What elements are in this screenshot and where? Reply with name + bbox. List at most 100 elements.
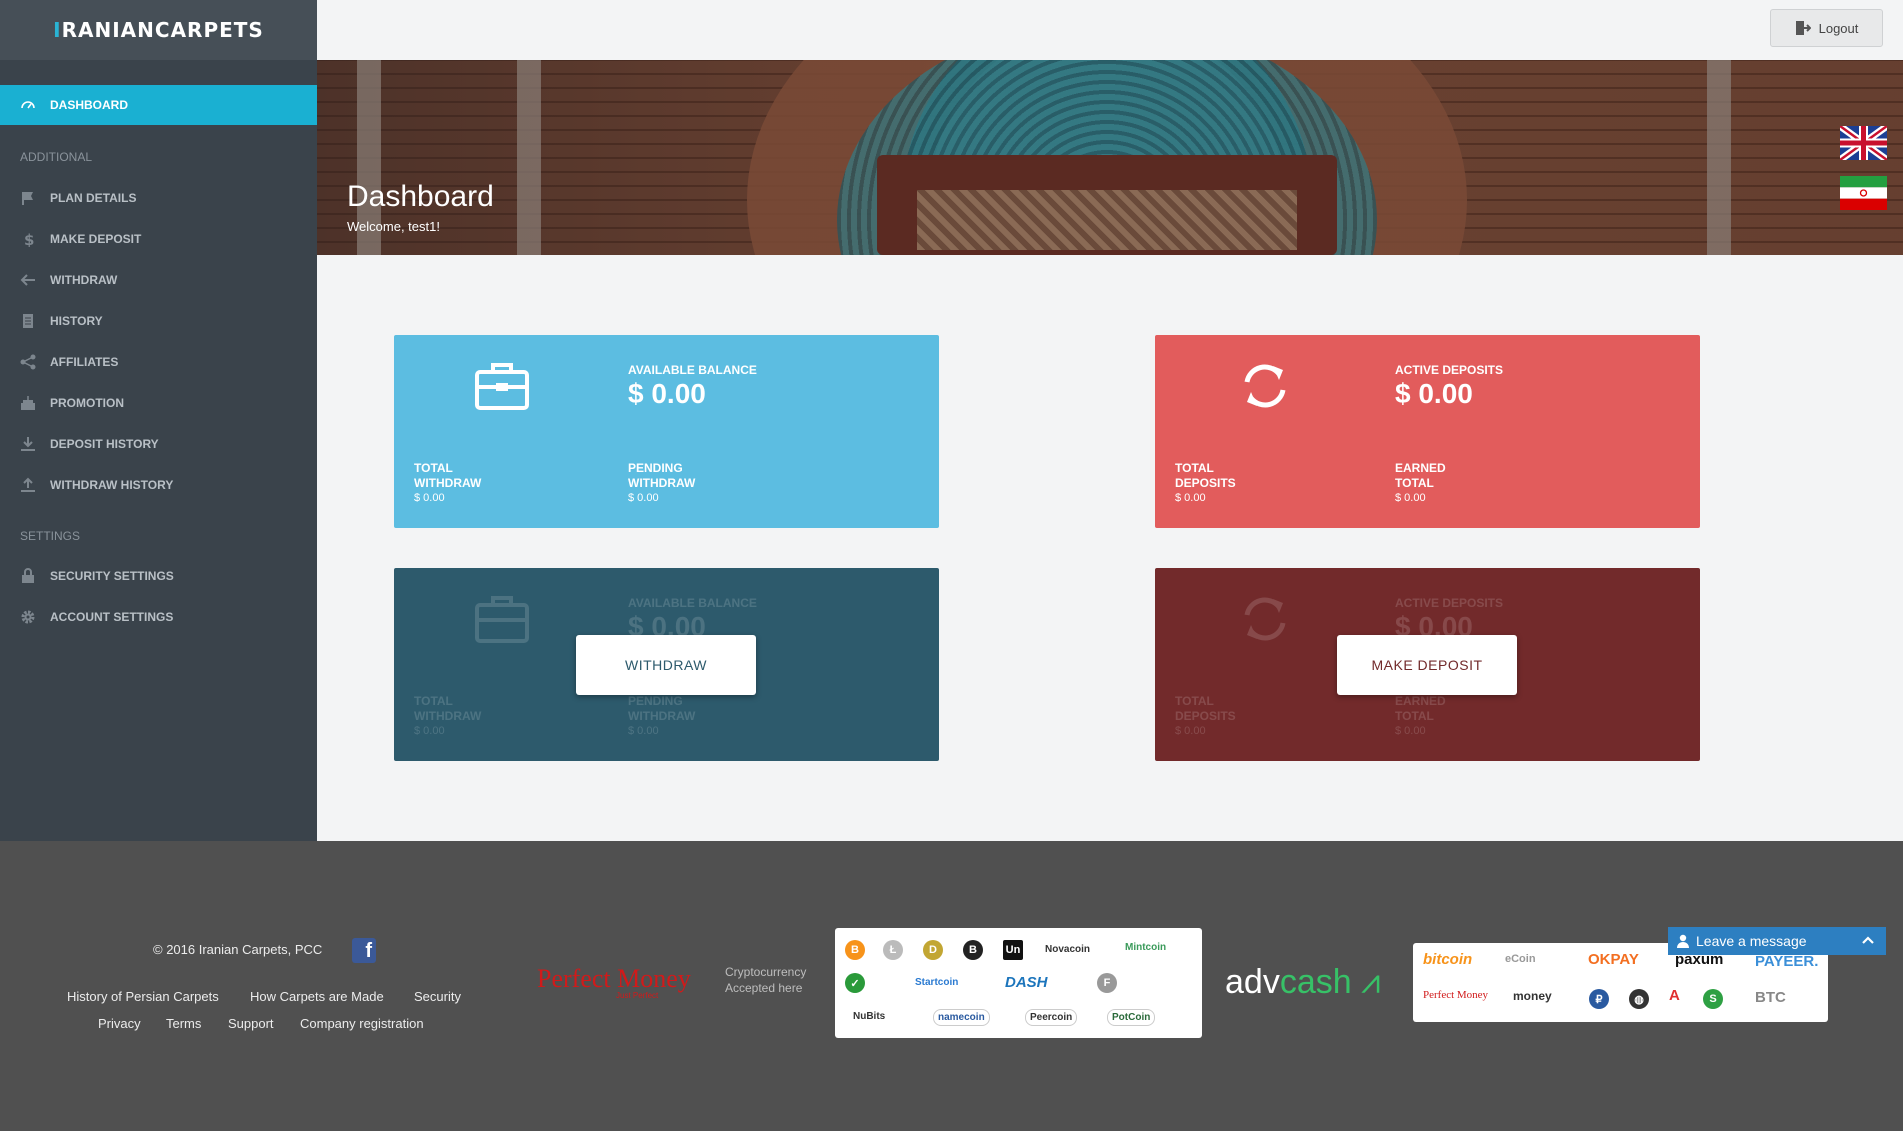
svg-text:$: $ (24, 231, 34, 247)
stat-value: $ 0.00 (628, 492, 659, 504)
logout-label: Logout (1818, 20, 1859, 36)
perfect-money-small-logo: Perfect Money (1423, 989, 1489, 1001)
peercoin-logo: Peercoin (1025, 1009, 1078, 1026)
sidebar-item-label: MAKE DEPOSIT (50, 232, 142, 246)
stat-value: $ 0.00 (1175, 492, 1206, 504)
advcash-logo-part-b: cash (1279, 963, 1352, 1001)
stat-value: $ 0.00 (1395, 725, 1426, 737)
potcoin-logo: PotCoin (1107, 1009, 1156, 1026)
chevron-up-icon[interactable] (1860, 932, 1876, 948)
stat-label: WITHDRAW (414, 476, 482, 490)
site-logo[interactable]: I RANIANCARPETS (0, 0, 317, 60)
withdraw-button[interactable]: WITHDRAW (576, 635, 756, 695)
earned-total-stat: EARNED TOTAL $ 0.00 (1395, 461, 1505, 506)
sidebar-item-promotion[interactable]: PROMOTION (0, 383, 317, 423)
sidebar-item-history[interactable]: HISTORY (0, 301, 317, 341)
facebook-icon[interactable]: f (352, 938, 376, 963)
sidebar-item-security-settings[interactable]: SECURITY SETTINGS (0, 556, 317, 596)
available-balance-label: AVAILABLE BALANCE (628, 363, 757, 377)
stat-label: PENDING (628, 694, 683, 708)
logout-icon (1795, 21, 1811, 35)
total-deposits-stat: TOTAL DEPOSITS $ 0.00 (1175, 461, 1285, 506)
logo-accent: I (53, 18, 62, 42)
yandex-money-logo: money (1513, 989, 1552, 1003)
dollar-icon: $ (18, 231, 38, 247)
stat-label: EARNED (1395, 461, 1446, 475)
footer-link-security[interactable]: Security (414, 989, 461, 1004)
make-deposit-card: ACTIVE DEPOSITS $ 0.00 TOTAL DEPOSITS $ … (1155, 568, 1700, 761)
footer-link-how-made[interactable]: How Carpets are Made (250, 989, 384, 1004)
stat-value: $ 0.00 (414, 492, 445, 504)
footer-link-history[interactable]: History of Persian Carpets (67, 989, 219, 1004)
sidebar-item-label: WITHDRAW (50, 273, 118, 287)
perfect-money-tagline: Just Perfect (616, 991, 659, 1000)
payeer-logo: PAYEER. (1755, 953, 1819, 970)
mintcoin-logo: Mintcoin (1125, 942, 1167, 953)
sidebar-item-label: SECURITY SETTINGS (50, 569, 174, 583)
footer-link-privacy[interactable]: Privacy (98, 1016, 141, 1031)
advcash-logo-part-a: adv (1225, 963, 1280, 1001)
dogecoin-coin-icon: D (923, 940, 943, 960)
litecoin-coin-icon: Ł (883, 940, 903, 960)
unobtanium-coin-icon: Un (1003, 940, 1023, 960)
stat-label: EARNED (1395, 694, 1446, 708)
bitcoin-coin-icon: B (845, 940, 865, 960)
banner-pillar (517, 60, 541, 255)
briefcase-icon (475, 596, 529, 643)
logo-text: RANIANCARPETS (61, 18, 264, 42)
sidebar-item-account-settings[interactable]: ACCOUNT SETTINGS (0, 597, 317, 637)
flag-icon (18, 190, 38, 206)
advcash-arrow-icon: ⩘ (1361, 963, 1381, 1001)
footer-link-company-registration[interactable]: Company registration (300, 1016, 424, 1031)
share-icon (18, 354, 38, 370)
cake-icon (18, 395, 38, 411)
earned-total-stat: EARNED TOTAL $ 0.00 (1395, 694, 1505, 739)
nubits-logo: NuBits (853, 1011, 886, 1022)
stat-label: DEPOSITS (1175, 709, 1236, 723)
total-withdraw-stat: TOTAL WITHDRAW $ 0.00 (414, 694, 524, 739)
iran-flag-icon[interactable] (1840, 176, 1887, 210)
startcoin-logo: Startcoin (915, 977, 959, 988)
banner-rug (917, 190, 1297, 250)
sidebar-item-affiliates[interactable]: AFFILIATES (0, 342, 317, 382)
crypto-logos-panel: B Ł D B Un Novacoin Mintcoin ✓ Startcoin… (835, 928, 1202, 1038)
crypto-accepted-text: Cryptocurrency Accepted here (725, 964, 806, 996)
logout-button[interactable]: Logout (1770, 9, 1883, 47)
welcome-text: Welcome, test1! (347, 219, 440, 234)
sidebar-item-label: ACCOUNT SETTINGS (50, 610, 174, 624)
section-settings: SETTINGS (20, 529, 81, 543)
sidebar-item-withdraw-history[interactable]: WITHDRAW HISTORY (0, 465, 317, 505)
sidebar-item-label: HISTORY (50, 314, 103, 328)
make-deposit-button[interactable]: MAKE DEPOSIT (1337, 635, 1517, 695)
copyright-text: © 2016 Iranian Carpets, PCC (153, 942, 323, 957)
ecoin-logo: eCoin (1505, 953, 1536, 965)
footer-link-support[interactable]: Support (228, 1016, 274, 1031)
stat-label: WITHDRAW (628, 476, 696, 490)
download-icon (18, 436, 38, 452)
stat-value: $ 0.00 (414, 725, 445, 737)
leave-message-label: Leave a message (1696, 933, 1807, 949)
stat-label: TOTAL (1395, 709, 1434, 723)
sidebar-item-withdraw[interactable]: WITHDRAW (0, 260, 317, 300)
active-deposits-label: ACTIVE DEPOSITS (1395, 596, 1504, 610)
leave-message-widget[interactable]: Leave a message (1668, 927, 1886, 955)
gauge-icon (18, 97, 38, 113)
dashboard-banner (317, 60, 1903, 255)
okpay-logo: OKPAY (1588, 951, 1639, 968)
advcash-logo: advcash ⩘ (1225, 963, 1380, 1002)
sidebar-item-make-deposit[interactable]: $ MAKE DEPOSIT (0, 219, 317, 259)
sidebar-item-dashboard[interactable]: DASHBOARD (0, 85, 317, 125)
alfa-logo: A (1669, 987, 1680, 1004)
pending-withdraw-stat: PENDING WITHDRAW $ 0.00 (628, 461, 738, 506)
sidebar-item-plan-details[interactable]: PLAN DETAILS (0, 178, 317, 218)
total-withdraw-stat: TOTAL WITHDRAW $ 0.00 (414, 461, 524, 506)
sidebar-item-deposit-history[interactable]: DEPOSIT HISTORY (0, 424, 317, 464)
namecoin-logo: namecoin (933, 1009, 990, 1026)
sidebar-item-label: DASHBOARD (50, 98, 128, 112)
feathercoin-icon: F (1097, 973, 1117, 993)
uk-flag-icon[interactable] (1840, 126, 1887, 160)
lock-icon (18, 568, 38, 584)
active-deposits-label: ACTIVE DEPOSITS (1395, 363, 1504, 377)
deposits-card: ACTIVE DEPOSITS $ 0.00 TOTAL DEPOSITS $ … (1155, 335, 1700, 528)
footer-link-terms[interactable]: Terms (166, 1016, 201, 1031)
